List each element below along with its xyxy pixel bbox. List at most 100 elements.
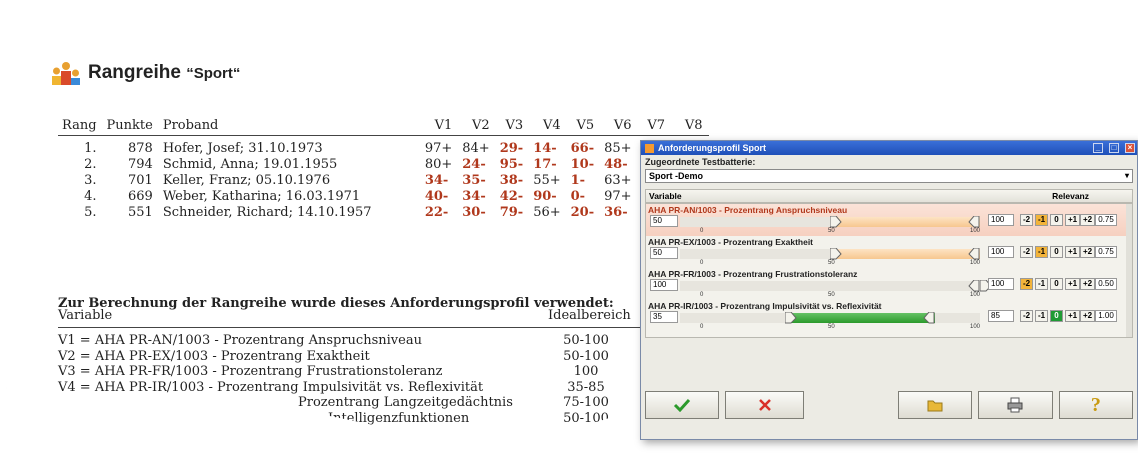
- candidate-cell: Schmid, Anna; 19.01.1955: [162, 157, 338, 172]
- variable-list-header: Variable Relevanz: [645, 189, 1133, 203]
- slider-high-handle[interactable]: [968, 216, 980, 228]
- points-cell: 669: [128, 189, 153, 204]
- range-slider[interactable]: [680, 312, 980, 324]
- relevance-option-button[interactable]: -1: [1035, 246, 1048, 258]
- relevance-option-button[interactable]: +1: [1065, 214, 1080, 226]
- range-low-input[interactable]: 100: [650, 279, 678, 291]
- ranking-header-v2: V2: [458, 114, 496, 136]
- score-cell: 40-: [424, 189, 449, 204]
- relevance-header-label: Relevanz: [1052, 191, 1089, 201]
- score-cell: 0-: [570, 189, 586, 204]
- range-high-input[interactable]: 100: [988, 278, 1014, 290]
- relevance-option-button[interactable]: -2: [1020, 310, 1033, 322]
- open-button[interactable]: [897, 391, 973, 419]
- relevance-option-button[interactable]: +2: [1080, 278, 1095, 290]
- relevance-option-button[interactable]: -2: [1020, 246, 1033, 258]
- relevance-option-button[interactable]: 0: [1050, 278, 1063, 290]
- candidate-cell: Hofer, Josef; 31.10.1973: [162, 141, 323, 156]
- candidate-cell: Weber, Katharina; 16.03.1971: [162, 189, 361, 204]
- relevance-option-button[interactable]: +1: [1065, 310, 1080, 322]
- points-cell: 551: [128, 205, 153, 220]
- slider-low-handle[interactable]: [785, 312, 797, 324]
- relevance-weight-field[interactable]: 0.50: [1095, 278, 1117, 290]
- score-cell: 85+: [604, 141, 632, 156]
- scale-label: 100: [970, 228, 981, 234]
- rank-cell: 3.: [84, 173, 97, 188]
- candidate-cell: Keller, Franz; 05.10.1976: [162, 173, 331, 188]
- profile-variable-row[interactable]: AHA PR-AN/1003 - Prozentrang Anspruchsni…: [646, 204, 1132, 236]
- scale-label: 50: [828, 292, 835, 298]
- relevance-option-button[interactable]: 0: [1050, 214, 1063, 226]
- relevance-option-button[interactable]: -1: [1035, 310, 1048, 322]
- variable-definition: V3 = AHA PR-FR/1003 - Prozentrang Frustr…: [58, 364, 443, 379]
- range-low-input[interactable]: 50: [650, 247, 678, 259]
- dialog-titlebar[interactable]: Anforderungsprofil Sport _ □ ×: [641, 141, 1137, 155]
- profile-variable-row[interactable]: AHA PR-IR/1003 - Prozentrang Impulsivitä…: [646, 300, 1132, 332]
- relevance-option-button[interactable]: +1: [1065, 278, 1080, 290]
- relevance-option-button[interactable]: -1: [1035, 278, 1048, 290]
- scale-label: 0: [700, 324, 704, 330]
- relevance-option-button[interactable]: +2: [1080, 246, 1095, 258]
- ranking-header-rang: Rang: [58, 114, 103, 136]
- range-high-input[interactable]: 85: [988, 310, 1014, 322]
- dialog-button-bar: ?: [645, 391, 1134, 421]
- relevance-option-button[interactable]: +2: [1080, 214, 1095, 226]
- score-cell: 10-: [570, 157, 595, 172]
- candidate-cell: Schneider, Richard; 14.10.1957: [162, 205, 372, 220]
- range-low-input[interactable]: 35: [650, 311, 678, 323]
- podium-icon: [52, 62, 80, 85]
- ranking-row: 2. 794 Schmid, Anna; 19.01.1955 80+ 24- 95- 17…: [58, 157, 709, 173]
- scale-label: 0: [700, 228, 704, 234]
- relevance-weight-field[interactable]: 0.75: [1095, 246, 1117, 258]
- range-low-input[interactable]: 50: [650, 215, 678, 227]
- slider-low-handle[interactable]: [830, 216, 842, 228]
- ranking-header-v7: V7: [637, 114, 672, 136]
- score-cell: 30-: [462, 205, 486, 220]
- score-cell: 36-: [604, 205, 628, 220]
- list-scrollbar[interactable]: [1126, 204, 1132, 337]
- cancel-button[interactable]: [725, 391, 804, 419]
- slider-high-handle[interactable]: [968, 248, 980, 260]
- variable-definition: V1 = AHA PR-AN/1003 - Prozentrang Anspru…: [58, 333, 422, 348]
- range-slider[interactable]: [680, 216, 980, 228]
- scale-label: 0: [700, 260, 704, 266]
- variable-column-header: Variable: [58, 308, 113, 323]
- app-icon: [645, 143, 654, 153]
- relevance-option-button[interactable]: -1: [1035, 214, 1048, 226]
- battery-select[interactable]: Sport -Demo ▾: [645, 169, 1133, 183]
- relevance-option-button[interactable]: +2: [1080, 310, 1095, 322]
- scale-label: 100: [970, 324, 981, 330]
- relevance-weight-field[interactable]: 0.75: [1095, 214, 1117, 226]
- relevance-option-button[interactable]: -2: [1020, 278, 1033, 290]
- range-high-input[interactable]: 100: [988, 214, 1014, 226]
- points-cell: 794: [128, 157, 153, 172]
- relevance-option-button[interactable]: -2: [1020, 214, 1033, 226]
- relevance-option-button[interactable]: 0: [1050, 246, 1063, 258]
- range-slider[interactable]: [680, 280, 992, 292]
- score-cell: 56+: [533, 205, 561, 220]
- range-high-input[interactable]: 100: [988, 246, 1014, 258]
- help-button[interactable]: ?: [1058, 391, 1134, 419]
- relevance-option-button[interactable]: +1: [1065, 246, 1080, 258]
- scale-label: 50: [828, 228, 835, 234]
- score-cell: 1-: [570, 173, 586, 188]
- close-icon[interactable]: ×: [1125, 143, 1135, 153]
- minimize-icon[interactable]: _: [1093, 143, 1103, 153]
- profile-variable-row[interactable]: AHA PR-EX/1003 - Prozentrang Exaktheit 50…: [646, 236, 1132, 268]
- ok-button[interactable]: [645, 391, 720, 419]
- slider-high-handle[interactable]: [923, 312, 935, 324]
- range-fill: [785, 313, 935, 323]
- maximize-icon[interactable]: □: [1109, 143, 1119, 153]
- chevron-down-icon[interactable]: ▾: [1122, 170, 1132, 182]
- slider-high-handle[interactable]: [968, 280, 980, 292]
- ranking-title: Rangreihe “Sport“: [52, 61, 240, 85]
- print-button[interactable]: [978, 391, 1053, 419]
- relevance-weight-field[interactable]: 1.00: [1095, 310, 1117, 322]
- ideal-range-value: 50-100: [563, 348, 609, 364]
- ideal-range-value: 100: [573, 364, 599, 379]
- variable-header-label: Variable: [649, 191, 682, 201]
- slider-low-handle[interactable]: [830, 248, 842, 260]
- relevance-option-button[interactable]: 0: [1050, 310, 1063, 322]
- range-slider[interactable]: [680, 248, 980, 260]
- profile-variable-row[interactable]: AHA PR-FR/1003 - Prozentrang Frustration…: [646, 268, 1132, 300]
